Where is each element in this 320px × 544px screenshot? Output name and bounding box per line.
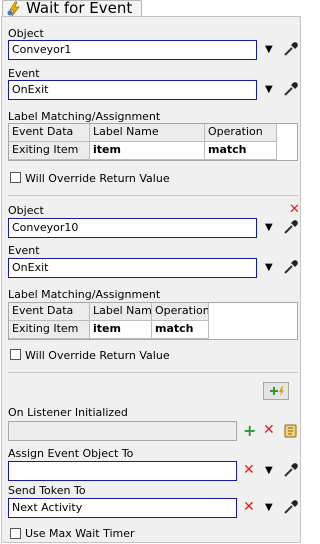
object-label: Object: [8, 204, 44, 217]
assign-field[interactable]: [8, 461, 237, 481]
clear-icon[interactable]: ✕: [243, 500, 255, 514]
table-cell-operation[interactable]: match: [205, 142, 277, 160]
object-field[interactable]: Conveyor1: [8, 40, 257, 60]
send-token-field[interactable]: Next Activity: [8, 498, 237, 518]
activity-lightning-icon: [6, 1, 24, 17]
listener-label: On Listener Initialized: [8, 406, 128, 419]
override-checkbox[interactable]: [10, 172, 21, 183]
chevron-down-icon[interactable]: ▼: [265, 263, 273, 273]
event-label: Event: [8, 244, 40, 257]
column-header-label-name: Label Name: [90, 124, 205, 142]
override-label: Will Override Return Value: [25, 172, 170, 185]
column-header-operation: Operation: [205, 124, 277, 142]
label-matching-label: Label Matching/Assignment: [8, 110, 161, 123]
table-cell-event-data: Exiting Item: [9, 142, 90, 160]
divider: [8, 372, 298, 373]
page-title: Wait for Event: [26, 0, 133, 17]
table-cell-label-name[interactable]: item: [90, 321, 152, 339]
chevron-down-icon[interactable]: ▼: [265, 466, 273, 476]
chevron-down-icon[interactable]: ▼: [265, 85, 273, 95]
column-header-event-data: Event Data: [9, 303, 90, 321]
object-field[interactable]: Conveyor10: [8, 218, 257, 238]
eyedropper-icon[interactable]: [283, 219, 299, 238]
column-header-event-data: Event Data: [9, 124, 90, 142]
label-matching-table: Event Data Label Name Operation Exiting …: [8, 123, 298, 161]
column-header-operation: Operation: [152, 303, 209, 321]
clear-icon[interactable]: ✕: [243, 463, 255, 477]
listener-field[interactable]: [8, 421, 237, 441]
eyedropper-icon[interactable]: [283, 462, 299, 481]
chevron-down-icon[interactable]: ▼: [265, 503, 273, 513]
eyedropper-icon[interactable]: [283, 499, 299, 518]
event-label: Event: [8, 67, 40, 80]
table-cell-operation[interactable]: match: [152, 321, 209, 339]
max-wait-label: Use Max Wait Timer: [25, 527, 135, 540]
table-cell-label-name[interactable]: item: [90, 142, 205, 160]
eyedropper-icon[interactable]: [283, 259, 299, 278]
add-event-button[interactable]: [263, 382, 289, 400]
label-matching-table: Event Data Label Name Operation Exiting …: [8, 302, 298, 340]
send-token-label: Send Token To: [8, 484, 86, 497]
max-wait-checkbox[interactable]: [10, 528, 21, 539]
object-label: Object: [8, 27, 44, 40]
script-icon[interactable]: [283, 423, 299, 442]
chevron-down-icon[interactable]: ▼: [265, 223, 273, 233]
add-trigger-icon[interactable]: +: [243, 423, 256, 439]
event-field[interactable]: OnExit: [8, 258, 257, 278]
eyedropper-icon[interactable]: [283, 41, 299, 60]
remove-event-icon[interactable]: ✕: [289, 203, 300, 216]
override-label: Will Override Return Value: [25, 349, 170, 362]
divider: [8, 195, 298, 196]
remove-trigger-icon[interactable]: ✕: [263, 423, 275, 437]
eyedropper-icon[interactable]: [283, 81, 299, 100]
assign-label: Assign Event Object To: [8, 447, 134, 460]
override-checkbox[interactable]: [10, 349, 21, 360]
column-header-label-name: Label Name: [90, 303, 152, 321]
table-cell-event-data: Exiting Item: [9, 321, 90, 339]
event-field[interactable]: OnExit: [8, 80, 257, 100]
label-matching-label: Label Matching/Assignment: [8, 288, 161, 301]
chevron-down-icon[interactable]: ▼: [265, 45, 273, 55]
